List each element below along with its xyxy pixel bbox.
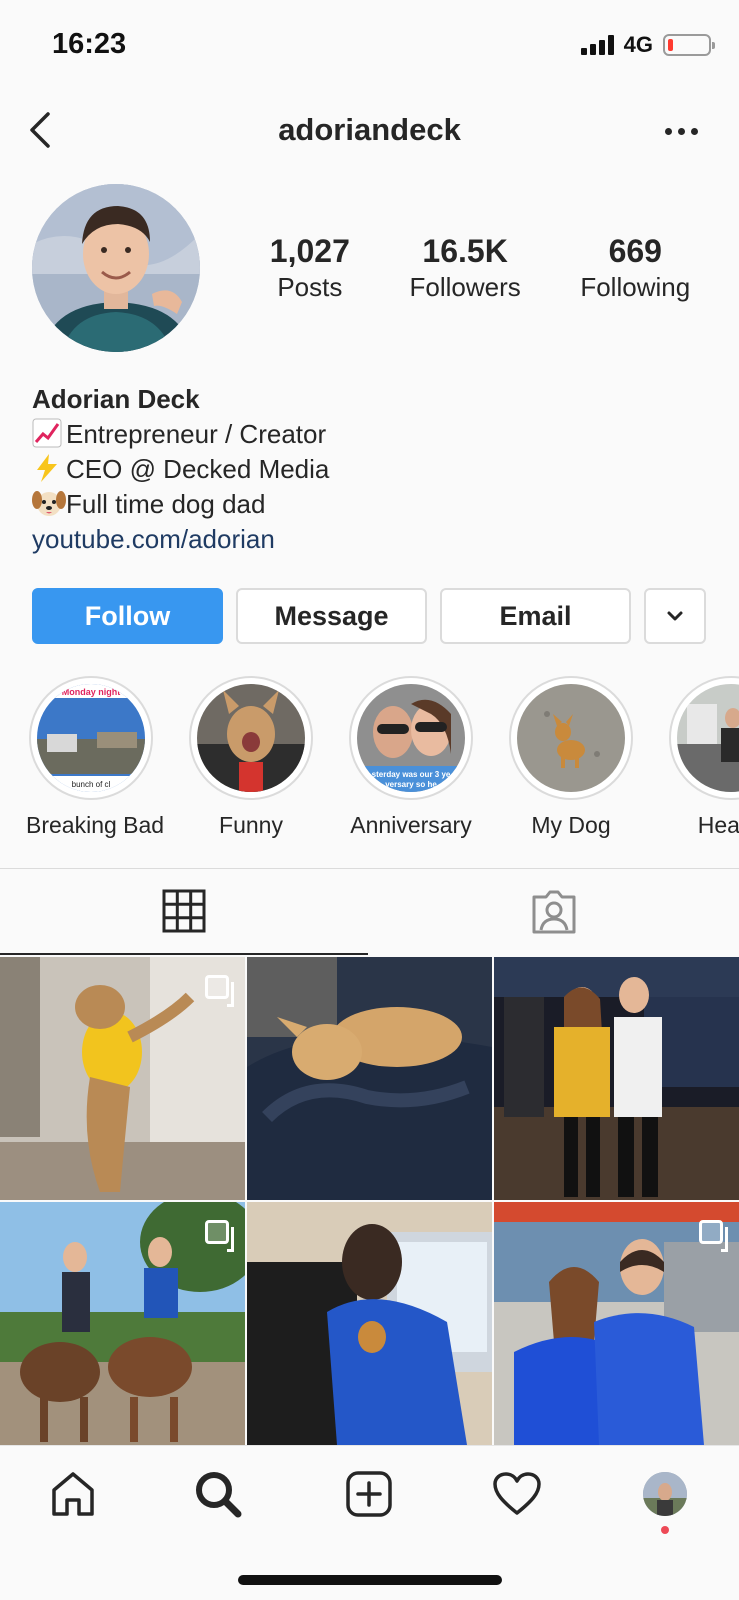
message-button[interactable]: Message bbox=[236, 588, 427, 644]
post-thumbnail[interactable] bbox=[0, 1202, 245, 1445]
highlight-label: Breaking Bad bbox=[26, 812, 165, 838]
profile-tabs bbox=[0, 869, 739, 955]
suggested-dropdown-button[interactable] bbox=[644, 588, 706, 644]
stat-posts[interactable]: 1,027 Posts bbox=[270, 233, 350, 303]
bio-line-text: Entrepreneur / Creator bbox=[66, 419, 327, 449]
signal-icon bbox=[580, 35, 614, 55]
status-time: 16:23 bbox=[52, 28, 127, 60]
highlight-overlay-text: Monday night bbox=[62, 687, 121, 697]
stat-value: 669 bbox=[608, 233, 662, 269]
battery-icon bbox=[663, 34, 715, 56]
stat-following[interactable]: 669 Following bbox=[580, 233, 690, 303]
post-thumbnail[interactable] bbox=[0, 957, 245, 1200]
nav-activity[interactable] bbox=[487, 1464, 547, 1524]
heart-icon bbox=[493, 1472, 541, 1515]
highlight-overlay-text: versary so he bbox=[385, 780, 437, 789]
profile-avatar bbox=[643, 1472, 687, 1516]
status-bar: 16:23 4G bbox=[0, 0, 739, 90]
highlight-health[interactable]: Health bbox=[666, 676, 739, 839]
home-indicator bbox=[238, 1575, 502, 1585]
highlight-cover bbox=[197, 684, 305, 792]
stat-followers[interactable]: 16.5K Followers bbox=[409, 233, 520, 303]
search-icon bbox=[196, 1472, 242, 1518]
nav-add-post[interactable] bbox=[339, 1464, 399, 1524]
bio-line: CEO @ Decked Media bbox=[32, 452, 712, 487]
highlight-cover bbox=[677, 684, 739, 792]
header-username: adoriandeck bbox=[278, 112, 461, 147]
highlight-funny[interactable]: Funny bbox=[186, 676, 316, 839]
multiple-posts-icon bbox=[205, 1220, 234, 1252]
stat-value: 1,027 bbox=[269, 233, 350, 269]
highlight-cover bbox=[517, 684, 625, 792]
profile-stats: 1,027 Posts 16.5K Followers 669 Followin… bbox=[240, 233, 720, 303]
bio-line: Full time dog dad bbox=[32, 487, 712, 522]
highlight-my-dog[interactable]: My Dog bbox=[506, 676, 636, 839]
follow-button[interactable]: Follow bbox=[32, 588, 223, 644]
home-icon bbox=[52, 1472, 94, 1516]
highlight-breaking-bad[interactable]: Monday night bunch of cl Breaking Bad bbox=[26, 676, 165, 839]
add-post-icon bbox=[346, 1471, 392, 1517]
bio-line-text: Full time dog dad bbox=[66, 489, 266, 519]
post-thumbnail[interactable] bbox=[494, 957, 739, 1200]
highlight-label: Health bbox=[697, 812, 739, 838]
bio-website-link[interactable]: youtube.com/adorian bbox=[32, 522, 712, 557]
bio-line: Entrepreneur / Creator bbox=[32, 417, 712, 452]
stat-label: Posts bbox=[277, 272, 343, 302]
chevron-down-icon bbox=[667, 611, 683, 621]
notification-dot bbox=[661, 1526, 669, 1534]
highlight-anniversary[interactable]: sterday was our 3 ye versary so he Anniv… bbox=[346, 676, 476, 839]
highlight-label: Funny bbox=[219, 812, 283, 838]
nav-home[interactable] bbox=[43, 1464, 103, 1524]
lightning-icon bbox=[32, 452, 66, 487]
grid-icon bbox=[162, 889, 206, 933]
dog-face-icon bbox=[32, 487, 66, 522]
more-horizontal-icon[interactable] bbox=[661, 116, 701, 146]
profile-name: Adorian Deck bbox=[32, 384, 200, 414]
stat-label: Following bbox=[580, 272, 691, 302]
story-highlights: Monday night bunch of cl Breaking Bad Fu… bbox=[0, 676, 739, 846]
highlight-label: My Dog bbox=[531, 812, 611, 838]
profile-actions: Follow Message Email bbox=[32, 588, 708, 644]
email-button[interactable]: Email bbox=[440, 588, 631, 644]
multiple-posts-icon bbox=[699, 1220, 728, 1252]
tab-tagged[interactable] bbox=[370, 869, 738, 955]
post-thumbnail[interactable] bbox=[247, 957, 492, 1200]
highlight-cover: sterday was our 3 ye versary so he bbox=[357, 684, 465, 792]
highlight-cover: Monday night bunch of cl bbox=[37, 684, 145, 792]
nav-search[interactable] bbox=[188, 1464, 248, 1524]
chart-increasing-icon bbox=[32, 417, 66, 452]
highlight-overlay-text: sterday was our 3 ye bbox=[372, 770, 451, 779]
bio-line-text: CEO @ Decked Media bbox=[66, 454, 330, 484]
stat-value: 16.5K bbox=[422, 233, 508, 269]
network-type: 4G bbox=[623, 32, 653, 57]
multiple-posts-icon bbox=[205, 975, 234, 1007]
profile-avatar[interactable] bbox=[32, 184, 200, 352]
post-thumbnail[interactable] bbox=[247, 1202, 492, 1445]
profile-bio: Adorian Deck Entrepreneur / Creator CEO … bbox=[32, 382, 712, 557]
tagged-person-icon bbox=[532, 890, 576, 934]
post-grid bbox=[0, 957, 739, 1445]
highlight-overlay-text: bunch of cl bbox=[72, 780, 111, 789]
profile-header: adoriandeck bbox=[0, 96, 739, 166]
status-right: 4G bbox=[580, 32, 715, 58]
highlight-label: Anniversary bbox=[350, 812, 472, 838]
tab-grid[interactable] bbox=[0, 869, 368, 955]
stat-label: Followers bbox=[409, 272, 521, 302]
post-thumbnail[interactable] bbox=[494, 1202, 739, 1445]
nav-profile[interactable] bbox=[635, 1464, 695, 1534]
